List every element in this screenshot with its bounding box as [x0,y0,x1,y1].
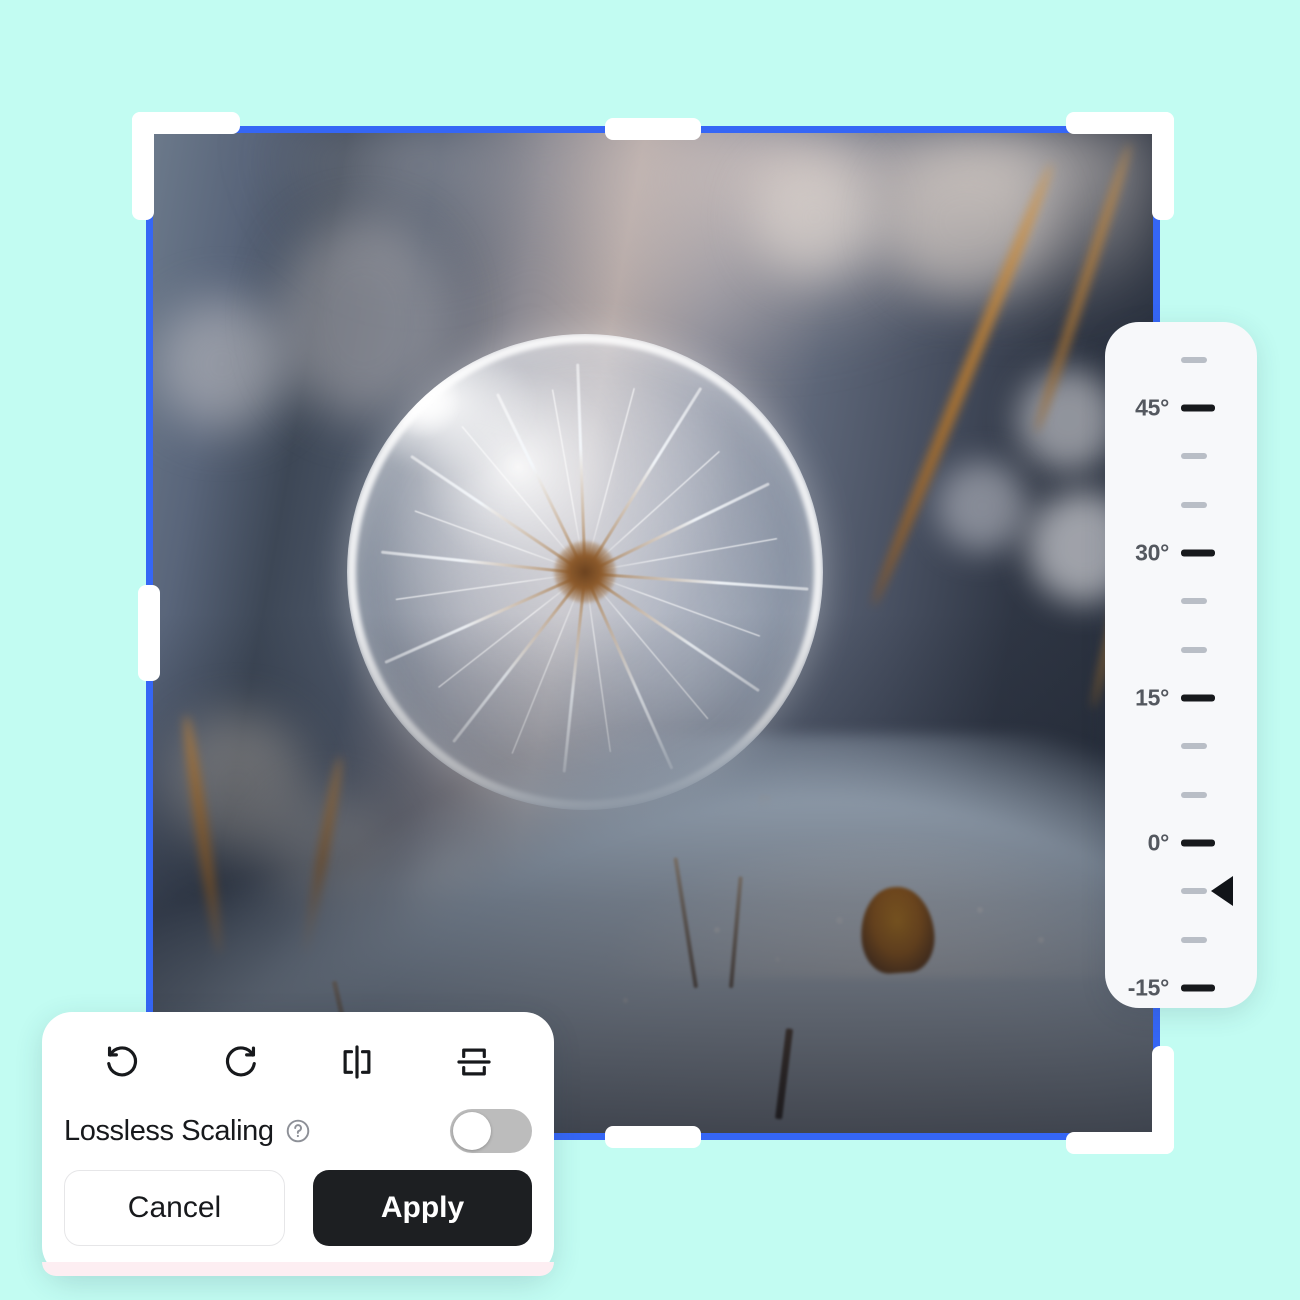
ruler-label: -15° [1127,974,1170,1001]
bubble-center [554,541,617,604]
ruler-tick-minor [1181,646,1207,653]
crop-handle-top-edge[interactable] [605,118,701,140]
bokeh-disc [754,156,877,279]
ruler-tick-major [1181,404,1215,412]
ruler-label: 45° [1135,394,1169,421]
ruler-label: 0° [1147,829,1170,856]
bokeh-disc [936,460,1029,552]
transform-tool-row [42,1028,554,1096]
ruler-tick-minor [1181,356,1207,363]
flip-horizontal-icon [338,1043,376,1081]
ruler-tick-minor [1181,453,1207,460]
crop-stage[interactable] [132,112,1174,1154]
ruler-tick-minor [1181,791,1207,798]
rotation-ruler[interactable]: 45° 30° 15° 0° -15° [1105,322,1257,1008]
bubble-sun-flare [384,362,462,439]
cancel-button[interactable]: Cancel [64,1170,285,1246]
help-circle-icon[interactable] [285,1118,311,1144]
flip-horizontal-button[interactable] [329,1034,385,1090]
lossless-scaling-label: Lossless Scaling [64,1114,274,1147]
flip-vertical-icon [455,1043,493,1081]
ruler-tick-minor [1181,501,1207,508]
rotate-left-icon [104,1043,142,1081]
rotation-pointer[interactable] [1211,876,1233,907]
rotate-left-button[interactable] [95,1034,151,1090]
action-button-row: Cancel Apply [64,1170,532,1246]
bokeh-disc [156,298,288,431]
apply-button[interactable]: Apply [313,1170,532,1246]
crop-handle-left-edge[interactable] [138,585,160,681]
ruler-tick-major [1181,549,1215,557]
lossless-scaling-toggle[interactable] [450,1109,532,1153]
ruler-tick-minor [1181,743,1207,750]
rotate-right-button[interactable] [212,1034,268,1090]
edit-controls-panel: Lossless Scaling Cancel Apply [42,1012,554,1276]
crop-handle-bottom-edge[interactable] [605,1126,701,1148]
panel-accent-strip [42,1262,554,1276]
rotate-right-icon [221,1043,259,1081]
ruler-label: 15° [1135,684,1169,711]
ruler-tick-major [1181,984,1215,992]
ruler-tick-major [1181,694,1215,702]
ruler-tick-minor [1181,888,1207,895]
ruler-tick-minor [1181,598,1207,605]
lossless-scaling-row: Lossless Scaling [64,1104,532,1158]
ruler-tick-minor [1181,936,1207,943]
ruler-label: 30° [1135,539,1169,566]
toggle-knob [453,1112,491,1150]
flip-vertical-button[interactable] [446,1034,502,1090]
ruler-tick-major [1181,839,1215,847]
frozen-bubble-photo[interactable] [146,126,1160,1140]
